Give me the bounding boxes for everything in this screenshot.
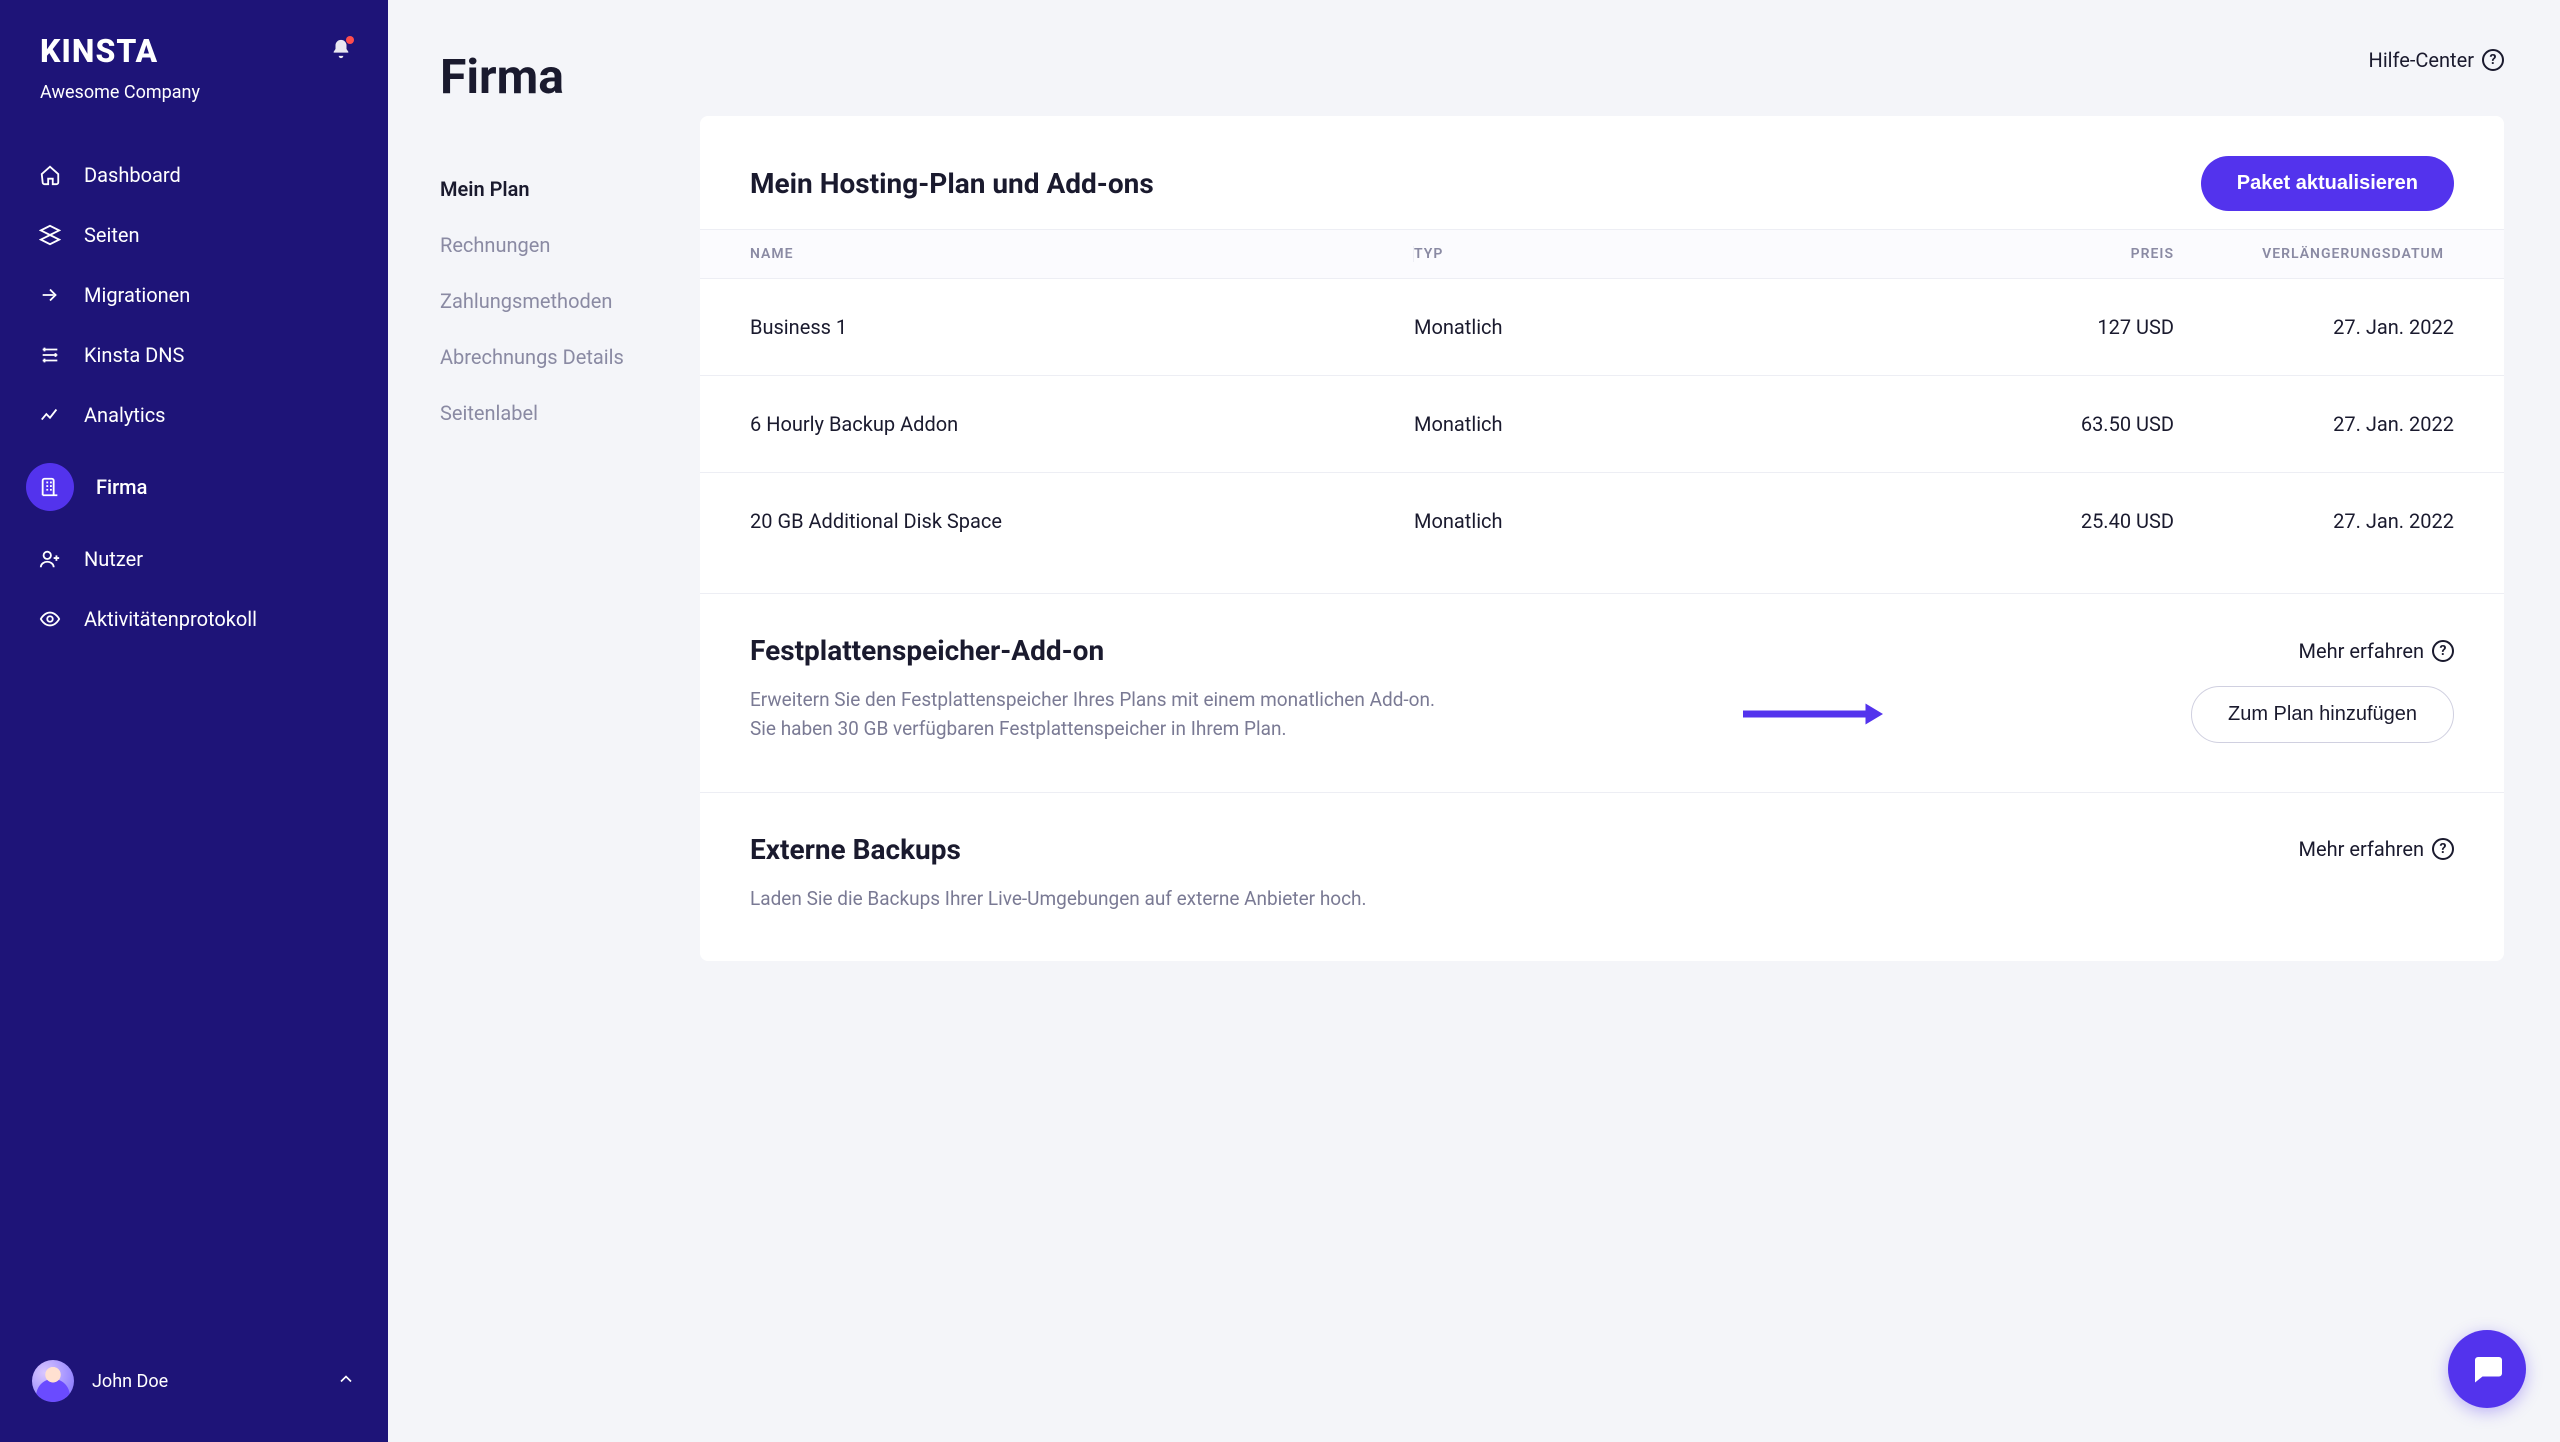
primary-nav: Dashboard Seiten Migrationen Kinsta DNS …: [0, 139, 388, 1332]
cell-renews: 27. Jan. 2022: [2174, 315, 2454, 339]
layers-icon: [38, 223, 62, 247]
cell-price: 127 USD: [1834, 315, 2174, 339]
main-content: Hilfe-Center ? Mein Hosting-Plan und Add…: [700, 0, 2560, 1442]
sidebar: KINSTA Awesome Company Dashboard Seiten …: [0, 0, 388, 1442]
subnav-item-invoices[interactable]: Rechnungen: [440, 217, 700, 273]
nav-item-dns[interactable]: Kinsta DNS: [20, 329, 368, 381]
nav-label: Nutzer: [84, 547, 143, 571]
col-renews: VERLÄNGERUNGSDATUM: [2174, 246, 2454, 262]
arrow-annotation-icon: [1743, 700, 1883, 728]
add-disk-button[interactable]: Zum Plan hinzufügen: [2191, 686, 2454, 743]
notification-dot-icon: [346, 36, 354, 44]
subnav-column: Firma Mein Plan Rechnungen Zahlungsmetho…: [388, 0, 700, 1442]
cell-renews: 27. Jan. 2022: [2174, 509, 2454, 533]
question-icon: ?: [2432, 640, 2454, 662]
nav-item-users[interactable]: Nutzer: [20, 533, 368, 585]
learn-more-label: Mehr erfahren: [2299, 837, 2424, 861]
plan-table-header: NAME TYP PREIS VERLÄNGERUNGSDATUM: [700, 229, 2504, 279]
cell-name: 20 GB Additional Disk Space: [750, 509, 1414, 533]
brand-logo: KINSTA: [40, 32, 158, 70]
external-backups-section: Externe Backups Mehr erfahren ? Laden Si…: [700, 793, 2504, 961]
user-name: John Doe: [92, 1371, 318, 1392]
nav-item-sites[interactable]: Seiten: [20, 209, 368, 261]
nav-label: Seiten: [84, 223, 140, 247]
nav-item-migrations[interactable]: Migrationen: [20, 269, 368, 321]
analytics-icon: [38, 403, 62, 427]
disk-addon-section: Festplattenspeicher-Add-on Mehr erfahren…: [700, 594, 2504, 793]
sidebar-user[interactable]: John Doe: [0, 1332, 388, 1442]
subnav-item-my-plan[interactable]: Mein Plan: [440, 161, 700, 217]
company-name: Awesome Company: [0, 82, 388, 139]
question-icon: ?: [2482, 49, 2504, 71]
nav-label: Dashboard: [84, 163, 181, 187]
col-name: NAME: [750, 246, 1414, 262]
col-price: PREIS: [1834, 246, 2174, 262]
question-icon: ?: [2432, 838, 2454, 860]
cell-price: 63.50 USD: [1834, 412, 2174, 436]
avatar: [32, 1360, 74, 1402]
disk-addon-description: Erweitern Sie den Festplattenspeicher Ih…: [750, 685, 1435, 744]
chat-icon: [2469, 1351, 2505, 1387]
user-plus-icon: [38, 547, 62, 571]
ext-backups-learn-more[interactable]: Mehr erfahren ?: [2299, 837, 2454, 861]
arrow-right-icon: [38, 283, 62, 307]
dns-icon: [38, 343, 62, 367]
learn-more-label: Mehr erfahren: [2299, 639, 2424, 663]
cell-name: Business 1: [750, 315, 1414, 339]
cell-renews: 27. Jan. 2022: [2174, 412, 2454, 436]
home-icon: [38, 163, 62, 187]
subnav-item-billing-details[interactable]: Abrechnungs Details: [440, 329, 700, 385]
nav-label: Aktivitätenprotokoll: [84, 607, 257, 631]
cell-type: Monatlich: [1414, 509, 1834, 533]
page-title: Firma: [440, 48, 700, 105]
help-center-link[interactable]: Hilfe-Center ?: [2369, 48, 2504, 72]
table-row: 6 Hourly Backup Addon Monatlich 63.50 US…: [700, 376, 2504, 473]
nav-label: Kinsta DNS: [84, 343, 184, 367]
update-plan-button[interactable]: Paket aktualisieren: [2201, 156, 2454, 211]
table-row: Business 1 Monatlich 127 USD 27. Jan. 20…: [700, 279, 2504, 376]
disk-addon-learn-more[interactable]: Mehr erfahren ?: [2299, 639, 2454, 663]
ext-backups-title: Externe Backups: [750, 833, 961, 866]
nav-label: Migrationen: [84, 283, 190, 307]
help-center-label: Hilfe-Center: [2369, 48, 2474, 72]
cell-type: Monatlich: [1414, 315, 1834, 339]
eye-icon: [38, 607, 62, 631]
chat-fab[interactable]: [2448, 1330, 2526, 1408]
cell-type: Monatlich: [1414, 412, 1834, 436]
chevron-up-icon: [336, 1369, 356, 1393]
plan-section: Mein Hosting-Plan und Add-ons Paket aktu…: [700, 116, 2504, 594]
table-row: 20 GB Additional Disk Space Monatlich 25…: [700, 473, 2504, 593]
cell-name: 6 Hourly Backup Addon: [750, 412, 1414, 436]
ext-backups-description: Laden Sie die Backups Ihrer Live-Umgebun…: [750, 884, 1367, 913]
col-type: TYP: [1414, 246, 1834, 262]
cell-price: 25.40 USD: [1834, 509, 2174, 533]
nav-item-activity[interactable]: Aktivitätenprotokoll: [20, 593, 368, 645]
subnav-item-payment-methods[interactable]: Zahlungsmethoden: [440, 273, 700, 329]
building-icon: [38, 475, 62, 499]
nav-item-analytics[interactable]: Analytics: [20, 389, 368, 441]
notifications-bell[interactable]: [330, 38, 352, 64]
nav-item-dashboard[interactable]: Dashboard: [20, 149, 368, 201]
subnav-item-site-labels[interactable]: Seitenlabel: [440, 385, 700, 441]
nav-label: Analytics: [84, 403, 166, 427]
content-card: Mein Hosting-Plan und Add-ons Paket aktu…: [700, 116, 2504, 961]
disk-addon-title: Festplattenspeicher-Add-on: [750, 634, 1104, 667]
nav-label: Firma: [96, 475, 147, 499]
plan-section-title: Mein Hosting-Plan und Add-ons: [750, 167, 1154, 200]
nav-item-company[interactable]: Firma: [20, 449, 368, 525]
